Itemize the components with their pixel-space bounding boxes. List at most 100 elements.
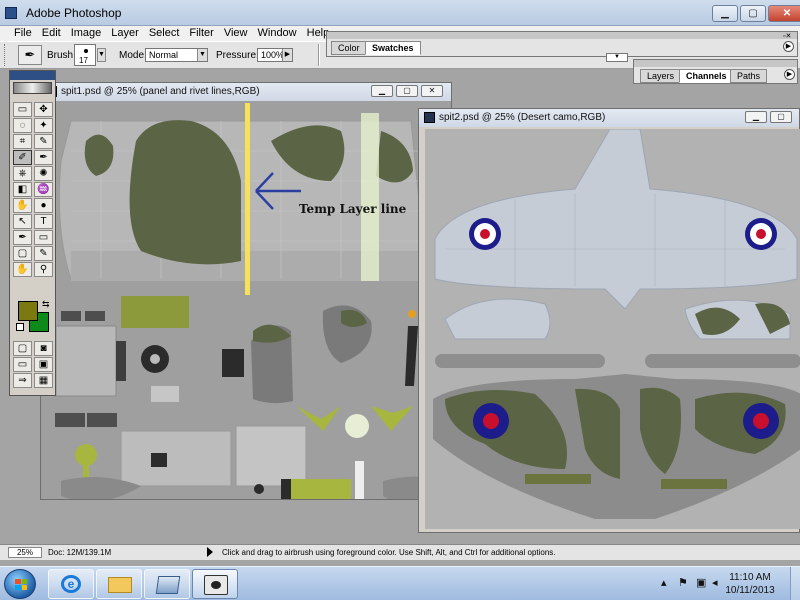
eraser-tool-icon[interactable]: ◧ (13, 182, 32, 197)
tab-swatches[interactable]: Swatches (365, 41, 421, 55)
mode-value: Normal (149, 50, 179, 60)
airbrush-tool-icon[interactable]: ✐ (13, 150, 32, 165)
doc1-close-button[interactable]: ✕ (421, 85, 443, 97)
doc2-title: spit2.psd @ 25% (Desert camo,RGB) (439, 112, 606, 123)
default-colors-icon[interactable] (16, 323, 24, 331)
clock-date: 10/11/2013 (725, 585, 775, 596)
layers-palette-titlebar[interactable] (634, 60, 797, 67)
action-center-flag-icon[interactable]: ⚑ (678, 576, 688, 589)
menu-window[interactable]: Window (254, 26, 303, 41)
zoom-field[interactable]: 25% (8, 547, 42, 558)
tab-paths[interactable]: Paths (730, 69, 768, 83)
stamp-tool-icon[interactable]: ⎈ (13, 166, 32, 181)
doc1-minimize-button[interactable]: ▁ (371, 85, 393, 97)
minimize-button[interactable]: ▁ (712, 5, 738, 22)
brush-tool-icon[interactable]: ✒ (34, 150, 53, 165)
doc2-canvas[interactable] (425, 129, 800, 529)
screen-mode-standard-icon[interactable]: ▭ (13, 357, 32, 372)
type-tool-icon[interactable]: T (34, 214, 53, 229)
maximize-button[interactable]: ▢ (740, 5, 766, 22)
doc1-maximize-button[interactable]: ▢ (396, 85, 418, 97)
doc1-title: spit1.psd @ 25% (panel and rivet lines,R… (61, 86, 260, 97)
swatch-scroll-down[interactable]: ▼ (606, 53, 628, 62)
marquee-tool-icon[interactable]: ▭ (13, 102, 32, 117)
tab-channels[interactable]: Channels (679, 69, 734, 83)
doc-size-info: Doc: 12M/139.1M (48, 548, 112, 557)
doc2-titlebar[interactable]: spit2.psd @ 25% (Desert camo,RGB) ▁ ▢ (419, 109, 799, 127)
photoshop-taskbar-button[interactable] (192, 569, 238, 599)
layers-palette-menu-icon[interactable]: ▶ (784, 69, 795, 80)
menu-view[interactable]: View (220, 26, 254, 41)
palette-menu-icon[interactable]: ▶ (783, 41, 794, 52)
tool-palette-titlebar[interactable] (10, 71, 55, 80)
dodge-tool-icon[interactable]: ● (34, 198, 53, 213)
menu-edit[interactable]: Edit (38, 26, 67, 41)
color-swatches-palette: Color Swatches ▶ ▫✕ (326, 31, 798, 57)
eyedropper-tool-icon[interactable]: ✎ (34, 246, 53, 261)
volume-icon[interactable]: ◂ (712, 576, 718, 589)
standard-mode-icon[interactable]: ▢ (13, 341, 32, 356)
brush-dot-icon (84, 49, 88, 53)
internet-explorer-button[interactable]: e (48, 569, 94, 599)
pressure-value: 100% (261, 50, 285, 60)
zoom-tool-icon[interactable]: ⚲ (34, 262, 53, 277)
app-button-3[interactable] (144, 569, 190, 599)
show-desktop-button[interactable] (790, 567, 800, 600)
brush-preview[interactable]: 17 (74, 44, 96, 66)
screen-mode-full-icon[interactable]: ▣ (34, 357, 53, 372)
crop-tool-icon[interactable]: ⌗ (13, 134, 32, 149)
temp-layer-annotation: Temp Layer line (299, 202, 407, 216)
folder-icon (108, 577, 132, 593)
swap-colors-icon[interactable]: ⇆ (42, 299, 50, 310)
pressure-input[interactable]: 100% ▶ (257, 48, 293, 62)
adobe-logo-button[interactable] (13, 82, 52, 94)
foreground-color-swatch[interactable] (18, 301, 38, 321)
path-select-tool-icon[interactable]: ↖ (13, 214, 32, 229)
menu-select[interactable]: Select (145, 26, 186, 41)
tab-layers[interactable]: Layers (640, 69, 682, 83)
chevron-right-icon: ▶ (282, 49, 292, 61)
mode-select[interactable]: Normal ▼ (145, 48, 208, 62)
blur-tool-icon[interactable]: ✋ (13, 198, 32, 213)
hand-tool-icon[interactable]: ✋ (13, 262, 32, 277)
menu-layer[interactable]: Layer (107, 26, 145, 41)
tab-color[interactable]: Color (331, 41, 367, 55)
doc1-canvas[interactable]: Temp Layer line (41, 101, 451, 499)
move-tool-icon[interactable]: ✥ (34, 102, 53, 117)
rectangle-tool-icon[interactable]: ▭ (34, 230, 53, 245)
paint-bucket-tool-icon[interactable]: ♒ (34, 182, 53, 197)
history-brush-tool-icon[interactable]: ✺ (34, 166, 53, 181)
doc2-minimize-button[interactable]: ▁ (745, 111, 767, 123)
windows-logo-icon (15, 579, 27, 590)
magic-wand-tool-icon[interactable]: ✦ (34, 118, 53, 133)
jump-to-imageready-icon[interactable]: ⇒ (13, 373, 32, 388)
menu-file[interactable]: File (10, 26, 38, 41)
notes-tool-icon[interactable]: ▢ (13, 246, 32, 261)
system-clock[interactable]: 11:10 AM 10/11/2013 (720, 571, 780, 597)
taskbar: e ▴ ⚑ ▣ ◂ 11:10 AM 10/11/2013 (0, 566, 800, 600)
quick-mask-icon[interactable]: ◙ (34, 341, 53, 356)
pressure-label: Pressure: (216, 50, 259, 61)
tool-grid: ▭ ✥ ◌ ✦ ⌗ ✎ ✐ ✒ ⎈ ✺ ◧ ♒ ✋ ● ↖ T ✒ ▭ ▢ ✎ … (13, 102, 53, 277)
start-button[interactable] (4, 569, 36, 599)
status-menu-arrow-icon[interactable] (207, 547, 213, 557)
network-icon[interactable]: ▣ (696, 576, 706, 589)
screen-mode-black-icon[interactable]: ▦ (34, 373, 53, 388)
airbrush-tool-preset-icon[interactable]: ✒ (18, 45, 42, 65)
lasso-tool-icon[interactable]: ◌ (13, 118, 32, 133)
doc2-maximize-button[interactable]: ▢ (770, 111, 792, 123)
palette-close-icon[interactable]: ▫✕ (783, 32, 791, 40)
show-hidden-icons[interactable]: ▴ (661, 576, 667, 589)
palette-titlebar[interactable] (327, 32, 797, 39)
menu-image[interactable]: Image (67, 26, 108, 41)
pen-tool-icon[interactable]: ✒ (13, 230, 32, 245)
file-explorer-button[interactable] (96, 569, 142, 599)
doc1-titlebar[interactable]: spit1.psd @ 25% (panel and rivet lines,R… (41, 83, 451, 101)
status-bar: 25% Doc: 12M/139.1M Click and drag to ai… (0, 544, 800, 560)
options-grip[interactable] (4, 44, 7, 66)
brush-dropdown-arrow[interactable]: ▼ (97, 48, 106, 62)
document-app-icon (155, 576, 181, 594)
slice-tool-icon[interactable]: ✎ (34, 134, 53, 149)
close-button[interactable]: ✕ (768, 5, 800, 22)
menu-filter[interactable]: Filter (185, 26, 219, 41)
